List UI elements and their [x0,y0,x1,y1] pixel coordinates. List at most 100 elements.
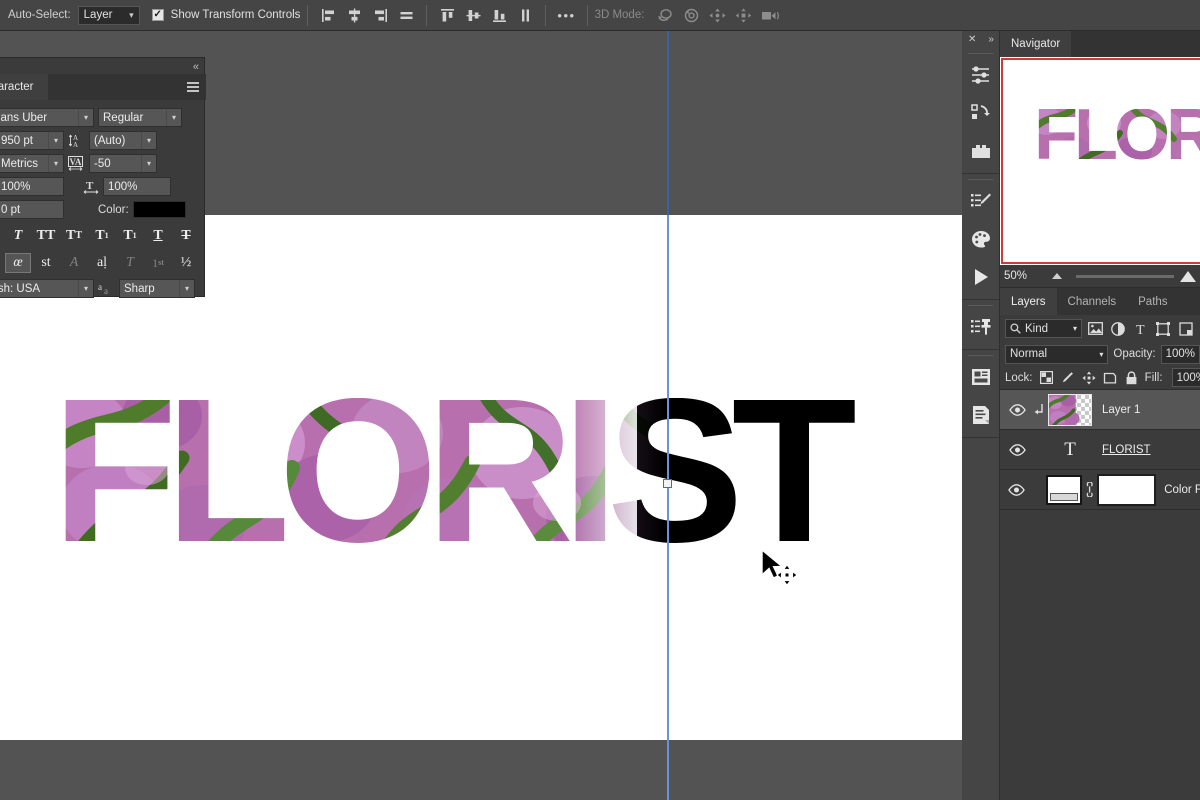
3d-camera-icon[interactable] [756,3,782,27]
kerning-input[interactable]: Metrics ▾ [0,154,64,173]
filter-kind-dropdown[interactable]: Kind ▾ [1005,319,1082,338]
lock-artboard-icon[interactable] [1102,370,1117,386]
3d-orbit-icon[interactable] [652,3,678,27]
align-left-edges-icon[interactable] [315,3,341,27]
align-top-edges-icon[interactable] [434,3,460,27]
layer-visibility-toggle[interactable] [1004,443,1030,456]
strikethrough-button[interactable]: T [173,226,199,246]
faux-italic-button[interactable]: T [5,226,31,246]
tab-channels[interactable]: Channels [1057,288,1128,315]
adjustments-icon[interactable] [962,56,1000,94]
standard-ligatures-button[interactable]: fi [0,253,3,273]
tab-layers[interactable]: Layers [1000,288,1057,315]
close-icon[interactable]: ✕ [968,34,976,45]
collapse-panel-icon[interactable]: « [193,61,199,73]
layer-visibility-toggle[interactable] [1004,403,1030,416]
table-row[interactable]: Layer 1 [1000,390,1200,430]
lock-position-icon[interactable] [1081,370,1096,386]
3d-pan-icon[interactable] [704,3,730,27]
expand-panels-icon[interactable]: » [988,34,994,45]
transform-handle[interactable] [663,479,672,488]
lock-image-pixels-icon[interactable] [1060,370,1075,386]
superscript-button[interactable]: T1 [89,226,115,246]
character-panel[interactable]: « Character to Sans Uber ▾ Regular ▾ T [0,57,206,298]
language-dropdown[interactable]: nglish: USA ▾ [0,279,94,298]
leading-input[interactable]: (Auto) ▾ [89,131,157,150]
font-style-dropdown[interactable]: Regular ▾ [98,108,182,127]
libraries-icon[interactable] [962,132,1000,170]
actions-icon[interactable] [962,94,1000,132]
properties-icon[interactable] [962,358,1000,396]
align-vertical-centers-icon[interactable] [460,3,486,27]
clone-source-icon[interactable] [962,308,1000,346]
table-row[interactable]: T FLORIST [1000,430,1200,470]
distribute-vertical-icon[interactable] [512,3,538,27]
filter-shape-icon[interactable] [1154,319,1173,339]
fill-layer-thumbnail[interactable] [1045,474,1083,505]
play-icon[interactable] [962,258,1000,296]
navigator-preview[interactable]: FLORIST [1000,57,1200,265]
font-size-value: 950 pt [1,134,33,147]
tab-character[interactable]: Character [0,74,48,100]
filter-type-icon[interactable]: T [1131,319,1150,339]
underline-button[interactable]: T [145,226,171,246]
layer-mask-thumbnail[interactable] [1097,473,1157,506]
baseline-shift-input[interactable]: 0 pt [0,200,64,219]
layer-visibility-toggle[interactable] [1004,483,1029,496]
fractions-button[interactable]: ½ [173,253,199,273]
font-family-dropdown[interactable]: to Sans Uber ▾ [0,108,94,127]
lock-all-icon[interactable] [1123,370,1138,386]
align-bottom-edges-icon[interactable] [486,3,512,27]
antialias-dropdown[interactable]: Sharp ▾ [119,279,195,298]
vertical-scale-input[interactable]: 100% [0,177,64,196]
font-size-input[interactable]: 950 pt ▾ [0,131,64,150]
align-horizontal-group [315,3,419,27]
3d-roll-icon[interactable] [678,3,704,27]
blend-mode-dropdown[interactable]: Normal ▾ [1005,344,1109,364]
filter-pixel-icon[interactable] [1086,319,1105,339]
panel-menu-icon[interactable] [187,82,199,94]
tracking-input[interactable]: -50 ▾ [89,154,157,173]
filter-smart-icon[interactable] [1176,319,1195,339]
lock-transparent-pixels-icon[interactable] [1039,370,1054,386]
align-right-edges-icon[interactable] [367,3,393,27]
stylistic-alternates-button[interactable]: 1st [145,253,171,273]
navigator-thumbnail: FLORIST [1034,109,1200,167]
layer-thumbnail[interactable] [1048,393,1092,426]
notes-icon[interactable] [962,396,1000,434]
layer-name[interactable]: Layer 1 [1092,404,1140,416]
zoom-out-icon[interactable] [1052,273,1062,279]
filter-adjustment-icon[interactable] [1109,319,1128,339]
titling-alternates-button[interactable]: aḷ [89,253,115,273]
tab-navigator[interactable]: Navigator [1000,31,1072,57]
all-caps-button[interactable]: TT [33,226,59,246]
faux-bold-button[interactable]: T [0,226,3,246]
3d-slide-icon[interactable] [730,3,756,27]
ordinals-button[interactable]: T [117,253,143,273]
layer-name[interactable]: FLORIST [1092,444,1151,456]
layer-name[interactable]: Color F [1156,484,1200,496]
auto-select-dropdown[interactable]: Layer ▾ [77,5,140,25]
contextual-alternates-button[interactable]: st [33,253,59,273]
subscript-button[interactable]: T1 [117,226,143,246]
zoom-in-icon[interactable] [1180,270,1196,282]
opacity-input[interactable]: 100% [1160,344,1200,364]
zoom-slider-track[interactable] [1076,274,1174,278]
link-layers-icon[interactable] [1082,482,1097,497]
small-caps-button[interactable]: TT [61,226,87,246]
table-row[interactable]: Color F [1000,470,1200,510]
show-transform-checkbox[interactable]: ✓ [151,9,164,21]
horizontal-scale-input[interactable]: 100% [103,177,171,196]
text-color-swatch[interactable] [132,201,186,218]
discretionary-ligatures-button[interactable]: œ [5,253,31,273]
swash-button[interactable]: A [61,253,87,273]
fill-input[interactable]: 100% [1171,368,1200,387]
swatches-icon[interactable] [962,220,1000,258]
brush-presets-icon[interactable] [962,182,1000,220]
zoom-level[interactable]: 50% [1004,270,1046,282]
align-horizontal-centers-icon[interactable] [341,3,367,27]
more-options-button[interactable]: ••• [553,9,579,22]
tab-paths[interactable]: Paths [1127,288,1178,315]
distribute-horizontal-icon[interactable] [393,3,419,27]
zoom-slider[interactable] [1052,270,1174,282]
